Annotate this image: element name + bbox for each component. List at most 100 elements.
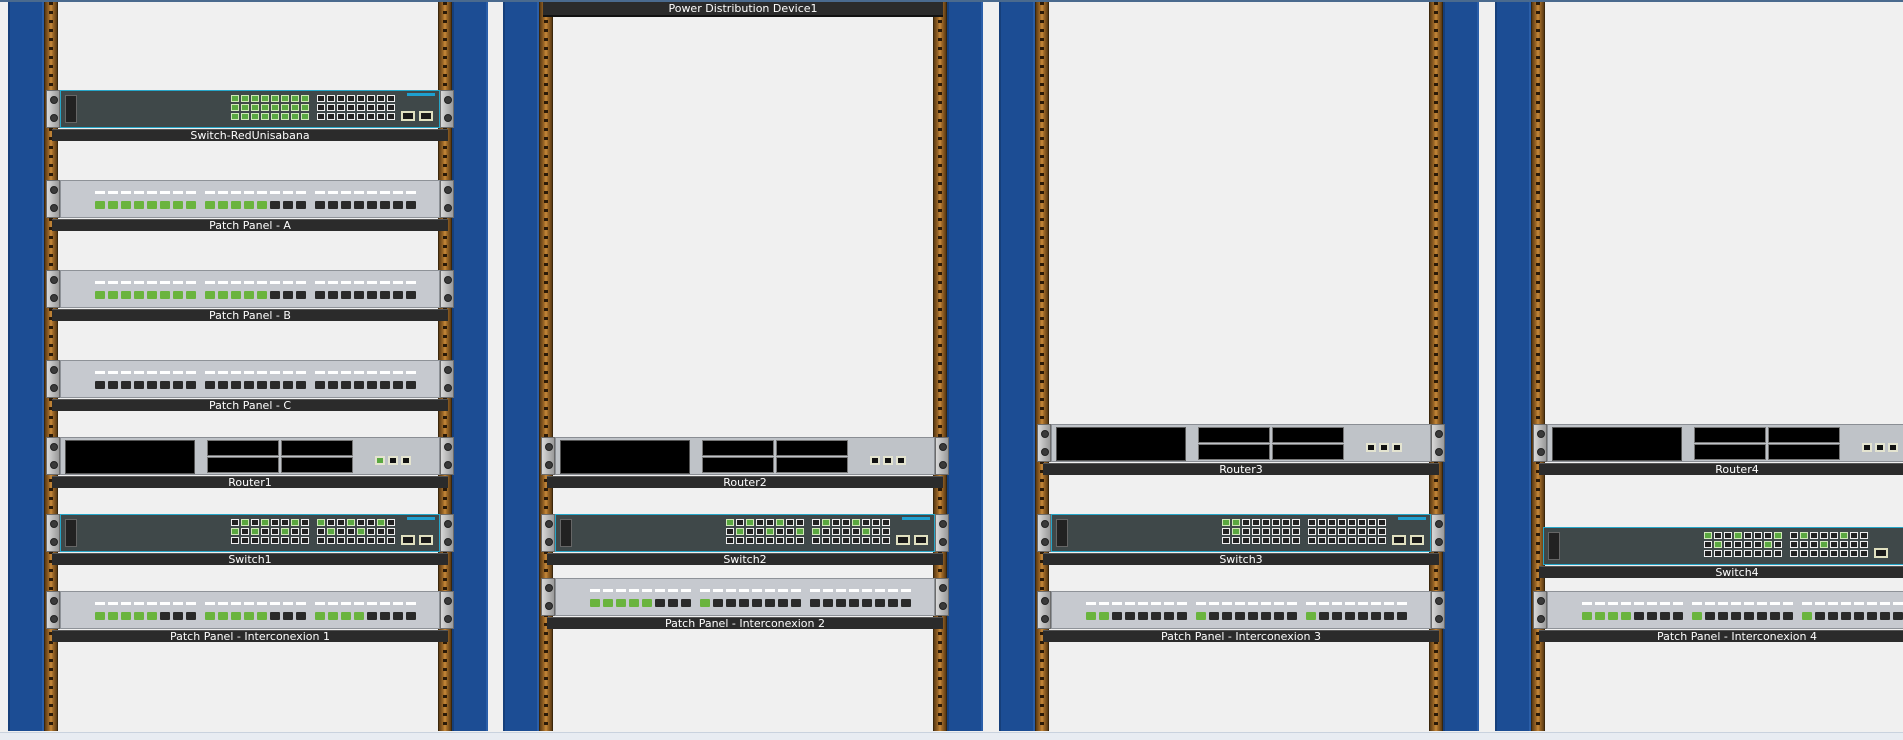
rack-ear-left <box>1037 424 1051 462</box>
module-slot <box>1768 427 1840 443</box>
brand-strip <box>902 517 930 520</box>
patch-panel-b[interactable] <box>46 270 454 308</box>
patch-panel-chassis <box>60 180 440 218</box>
router-ports <box>1862 443 1898 452</box>
port-group-2 <box>1790 532 1868 557</box>
switch-chassis <box>1051 514 1431 552</box>
rack-ear-right <box>935 514 949 552</box>
device-label: Switch3 <box>1043 553 1439 566</box>
rack-1-right-post <box>452 2 488 731</box>
uplink-port[interactable] <box>914 535 928 545</box>
patch-panel-chassis <box>555 578 935 616</box>
module-slot <box>1198 427 1270 443</box>
port-label-row <box>95 281 416 284</box>
uplink-port[interactable] <box>401 111 415 121</box>
switch-3[interactable] <box>1037 514 1445 552</box>
uplink-port[interactable] <box>1874 548 1888 558</box>
rack-ear-right <box>440 591 454 629</box>
router-1[interactable] <box>46 437 454 475</box>
router-chassis <box>60 437 440 475</box>
rack-ear-right <box>935 437 949 475</box>
module-slot <box>1768 444 1840 460</box>
device-label: Patch Panel - Interconexion 2 <box>547 617 943 630</box>
module-slot <box>1552 427 1682 461</box>
router-ports <box>375 456 411 465</box>
patch-panel-interconexion-4[interactable] <box>1533 591 1903 629</box>
patch-panel-c[interactable] <box>46 360 454 398</box>
uplink-port[interactable] <box>1392 535 1406 545</box>
console-port[interactable] <box>65 95 77 123</box>
console-port[interactable] <box>65 519 77 547</box>
port-label-row <box>95 371 416 374</box>
patch-panel-chassis <box>60 270 440 308</box>
port-row <box>95 201 416 209</box>
device-label: Patch Panel - B <box>52 309 448 322</box>
rack-ear-left <box>1533 424 1547 462</box>
switch-redunisabana[interactable] <box>46 90 454 128</box>
console-port[interactable] <box>1548 532 1560 560</box>
console-port[interactable] <box>1056 519 1068 547</box>
module-slot <box>1694 427 1766 443</box>
rack-ear-right <box>1431 591 1445 629</box>
rack-ear-left <box>1533 591 1547 629</box>
router-chassis <box>1051 424 1431 462</box>
port-group-1 <box>726 519 804 544</box>
brand-strip <box>1398 517 1426 520</box>
rack-ear-right <box>440 514 454 552</box>
rack-1-left-post <box>8 2 44 731</box>
module-slot <box>207 457 279 473</box>
uplink-port[interactable] <box>401 535 415 545</box>
rack-ear-right <box>440 270 454 308</box>
module-slot <box>1694 444 1766 460</box>
port-label-row <box>95 602 416 605</box>
patch-panel-a[interactable] <box>46 180 454 218</box>
port-label-row <box>590 589 911 592</box>
rack-4: Router4 Switch4 Patch Panel - Interconex… <box>1495 0 1903 731</box>
router-ports <box>870 456 906 465</box>
rack-3: Router3 Switch3 Patch Panel - Interconex… <box>999 0 1479 731</box>
switch-chassis <box>1543 527 1903 565</box>
router-2[interactable] <box>541 437 949 475</box>
rack-ear-left <box>541 578 555 616</box>
port-row <box>590 599 911 607</box>
rack-ear-left <box>1037 514 1051 552</box>
uplink-port[interactable] <box>419 535 433 545</box>
rack-ear-right <box>1431 514 1445 552</box>
port-label-row <box>1582 602 1903 605</box>
uplink-port[interactable] <box>896 535 910 545</box>
module-slot <box>1272 427 1344 443</box>
rack-ear-right <box>440 180 454 218</box>
device-label: Patch Panel - Interconexion 1 <box>52 630 448 643</box>
rack-ear-left <box>1037 591 1051 629</box>
rack-ear-right <box>935 578 949 616</box>
module-slot <box>207 440 279 456</box>
device-label: Switch-RedUnisabana <box>52 129 448 142</box>
power-distribution-device[interactable]: Power Distribution Device1 <box>543 2 943 17</box>
router-3[interactable] <box>1037 424 1445 462</box>
switch-1[interactable] <box>46 514 454 552</box>
port-group-2 <box>317 519 395 544</box>
rack-3-left-post <box>999 2 1035 731</box>
console-port[interactable] <box>560 519 572 547</box>
patch-panel-chassis <box>60 591 440 629</box>
patch-panel-interconexion-2[interactable] <box>541 578 949 616</box>
module-slot <box>1198 444 1270 460</box>
rack-ear-left <box>46 514 60 552</box>
router-4[interactable] <box>1533 424 1903 462</box>
patch-panel-interconexion-1[interactable] <box>46 591 454 629</box>
port-label-row <box>1086 602 1407 605</box>
router-ports <box>1366 443 1402 452</box>
rack-1: Switch-RedUnisabana Patch Panel - A Patc… <box>8 0 488 731</box>
uplink-port[interactable] <box>1410 535 1424 545</box>
switch-2[interactable] <box>541 514 949 552</box>
rack-ear-left <box>46 591 60 629</box>
module-slot <box>702 457 774 473</box>
patch-panel-interconexion-3[interactable] <box>1037 591 1445 629</box>
device-label: Switch4 <box>1539 566 1903 579</box>
switch-chassis <box>555 514 935 552</box>
module-slot <box>560 440 690 474</box>
module-slot <box>776 440 848 456</box>
switch-4[interactable] <box>1543 527 1903 565</box>
patch-panel-chassis <box>60 360 440 398</box>
uplink-port[interactable] <box>419 111 433 121</box>
